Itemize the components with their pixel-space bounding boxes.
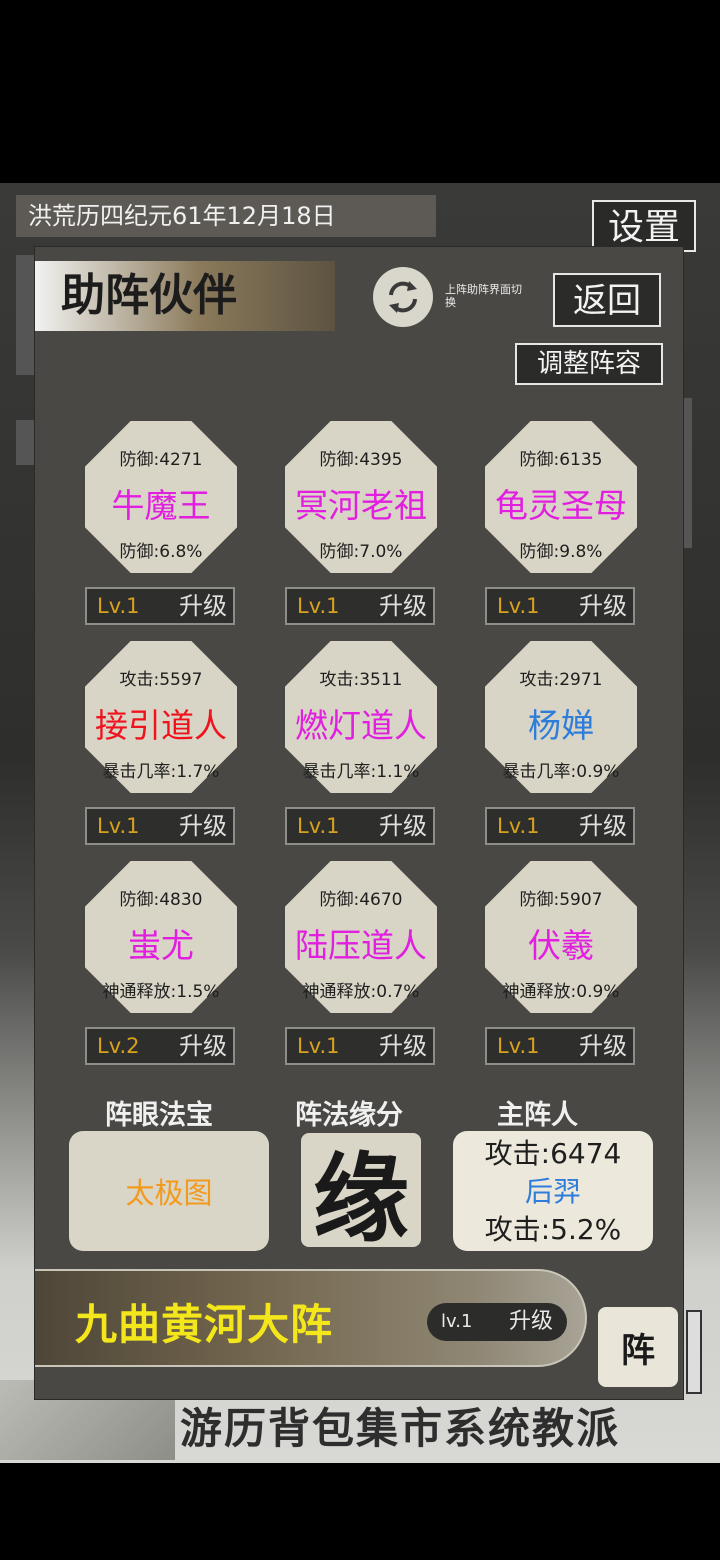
partner-stat-primary: 攻击:3511 — [319, 670, 403, 690]
game-date: 洪荒历四纪元61年12月18日 — [16, 195, 436, 237]
formation-bar: 九曲黄河大阵 lv.1 升级 — [35, 1269, 587, 1367]
partner-stat-bonus: 神通释放:1.5% — [102, 982, 220, 1002]
partner-stat-primary: 攻击:5597 — [119, 670, 203, 690]
formation-level: lv.1 — [441, 1311, 473, 1332]
background-panel-stub — [16, 420, 36, 465]
partner-level-bar: Lv.1 升级 — [285, 807, 435, 845]
upgrade-button[interactable]: 升级 — [579, 589, 627, 623]
upgrade-button[interactable]: 升级 — [179, 589, 227, 623]
partner-level: Lv.1 — [497, 814, 540, 838]
partner-level: Lv.1 — [297, 1034, 340, 1058]
settings-button[interactable]: 设置 — [592, 200, 696, 252]
partner-level-bar: Lv.1 升级 — [485, 1027, 635, 1065]
partner-level: Lv.1 — [297, 814, 340, 838]
partner-stat-bonus: 神通释放:0.7% — [302, 982, 420, 1002]
partner-level-bar: Lv.2 升级 — [85, 1027, 235, 1065]
partner-stat-bonus: 暴击几率:1.1% — [302, 762, 420, 782]
partner-level: Lv.1 — [497, 594, 540, 618]
main-formation-label: 主阵人 — [497, 1100, 578, 1131]
formation-upgrade-button[interactable]: 升级 — [509, 1303, 553, 1341]
upgrade-button[interactable]: 升级 — [379, 1029, 427, 1063]
main-formation-slot[interactable]: 攻击:6474 后羿 攻击:5.2% — [453, 1131, 653, 1251]
switch-view-button[interactable] — [373, 267, 433, 327]
panel-title: 助阵伙伴 — [61, 270, 237, 321]
partner-level-bar: Lv.1 升级 — [485, 807, 635, 845]
partner-stat-bonus: 防御:6.8% — [119, 542, 203, 562]
upgrade-button[interactable]: 升级 — [579, 1029, 627, 1063]
partner-card[interactable]: 防御:4395 冥河老祖 防御:7.0% Lv.1 升级 — [285, 421, 437, 625]
main-name: 后羿 — [524, 1175, 581, 1208]
assist-partner-panel: 助阵伙伴 上阵助阵界面切换 返回 调整阵容 防御:4271 牛魔王 防御:6.8… — [34, 246, 684, 1400]
formation-button[interactable]: 阵 — [598, 1307, 678, 1387]
partner-level: Lv.1 — [497, 1034, 540, 1058]
partner-card[interactable]: 防御:4271 牛魔王 防御:6.8% Lv.1 升级 — [85, 421, 237, 625]
partner-stat-bonus: 神通释放:0.9% — [502, 982, 620, 1002]
partner-name: 燃灯道人 — [295, 706, 427, 745]
main-stat-primary: 攻击:6474 — [484, 1137, 622, 1170]
back-button[interactable]: 返回 — [553, 273, 661, 327]
partner-level: Lv.2 — [97, 1034, 140, 1058]
partner-level-bar: Lv.1 升级 — [285, 1027, 435, 1065]
refresh-icon — [389, 281, 417, 313]
upgrade-button[interactable]: 升级 — [179, 1029, 227, 1063]
partner-stat-primary: 防御:4395 — [319, 450, 403, 470]
partner-level-bar: Lv.1 升级 — [485, 587, 635, 625]
fate-button[interactable]: 缘 — [301, 1133, 421, 1255]
fate-glyph: 缘 — [313, 1142, 409, 1255]
partner-card[interactable]: 攻击:5597 接引道人 暴击几率:1.7% Lv.1 升级 — [85, 641, 237, 845]
partner-card[interactable]: 防御:6135 龟灵圣母 防御:9.8% Lv.1 升级 — [485, 421, 637, 625]
partner-stat-primary: 攻击:2971 — [519, 670, 603, 690]
formation-level-pill: lv.1 升级 — [427, 1303, 567, 1341]
partner-stat-bonus: 暴击几率:1.7% — [102, 762, 220, 782]
upgrade-button[interactable]: 升级 — [179, 809, 227, 843]
partner-stat-primary: 防御:5907 — [519, 890, 603, 910]
partner-name: 蚩尤 — [128, 926, 194, 965]
partner-card[interactable]: 攻击:2971 杨婵 暴击几率:0.9% Lv.1 升级 — [485, 641, 637, 845]
background-panel-stub — [16, 255, 36, 375]
partner-level-bar: Lv.1 升级 — [285, 587, 435, 625]
partner-level-bar: Lv.1 升级 — [85, 587, 235, 625]
partner-stat-bonus: 防御:7.0% — [319, 542, 403, 562]
partner-card[interactable]: 防御:4670 陆压道人 神通释放:0.7% Lv.1 升级 — [285, 861, 437, 1065]
partner-stat-bonus: 暴击几率:0.9% — [502, 762, 620, 782]
treasure-name: 太极图 — [125, 1176, 213, 1210]
partner-card[interactable]: 攻击:3511 燃灯道人 暴击几率:1.1% Lv.1 升级 — [285, 641, 437, 845]
treasure-label: 阵眼法宝 — [105, 1100, 213, 1131]
partner-card[interactable]: 防御:5907 伏羲 神通释放:0.9% Lv.1 升级 — [485, 861, 637, 1065]
background-panel-stub — [684, 398, 692, 548]
partner-stat-primary: 防御:4271 — [119, 450, 203, 470]
partner-name: 牛魔王 — [111, 486, 211, 525]
upgrade-button[interactable]: 升级 — [579, 809, 627, 843]
partner-stat-primary: 防御:4830 — [119, 890, 203, 910]
switch-view-note: 上阵助阵界面切换 — [445, 283, 522, 309]
partner-name: 龟灵圣母 — [495, 486, 627, 525]
side-handle — [686, 1310, 702, 1394]
partner-level: Lv.1 — [297, 594, 340, 618]
upgrade-button[interactable]: 升级 — [379, 809, 427, 843]
title-bar: 助阵伙伴 — [35, 261, 335, 331]
partner-name: 杨婵 — [528, 706, 594, 745]
treasure-slot[interactable]: 太极图 — [69, 1131, 269, 1251]
partner-stat-primary: 防御:4670 — [319, 890, 403, 910]
bottom-nav[interactable]: 游历背包集市系统教派 — [180, 1400, 720, 1458]
partner-name: 伏羲 — [528, 926, 594, 965]
adjust-lineup-button[interactable]: 调整阵容 — [515, 343, 663, 385]
partner-name: 冥河老祖 — [295, 486, 427, 525]
partner-name: 接引道人 — [95, 706, 227, 745]
partner-name: 陆压道人 — [295, 926, 427, 965]
formation-name: 九曲黄河大阵 — [75, 1300, 334, 1349]
partner-level: Lv.1 — [97, 594, 140, 618]
partner-level-bar: Lv.1 升级 — [85, 807, 235, 845]
partner-stat-bonus: 防御:9.8% — [519, 542, 603, 562]
partner-level: Lv.1 — [97, 814, 140, 838]
partner-stat-primary: 防御:6135 — [519, 450, 603, 470]
formation-button-label: 阵 — [621, 1330, 655, 1371]
main-stat-bonus: 攻击:5.2% — [484, 1213, 622, 1246]
partner-card[interactable]: 防御:4830 蚩尤 神通释放:1.5% Lv.2 升级 — [85, 861, 237, 1065]
upgrade-button[interactable]: 升级 — [379, 589, 427, 623]
